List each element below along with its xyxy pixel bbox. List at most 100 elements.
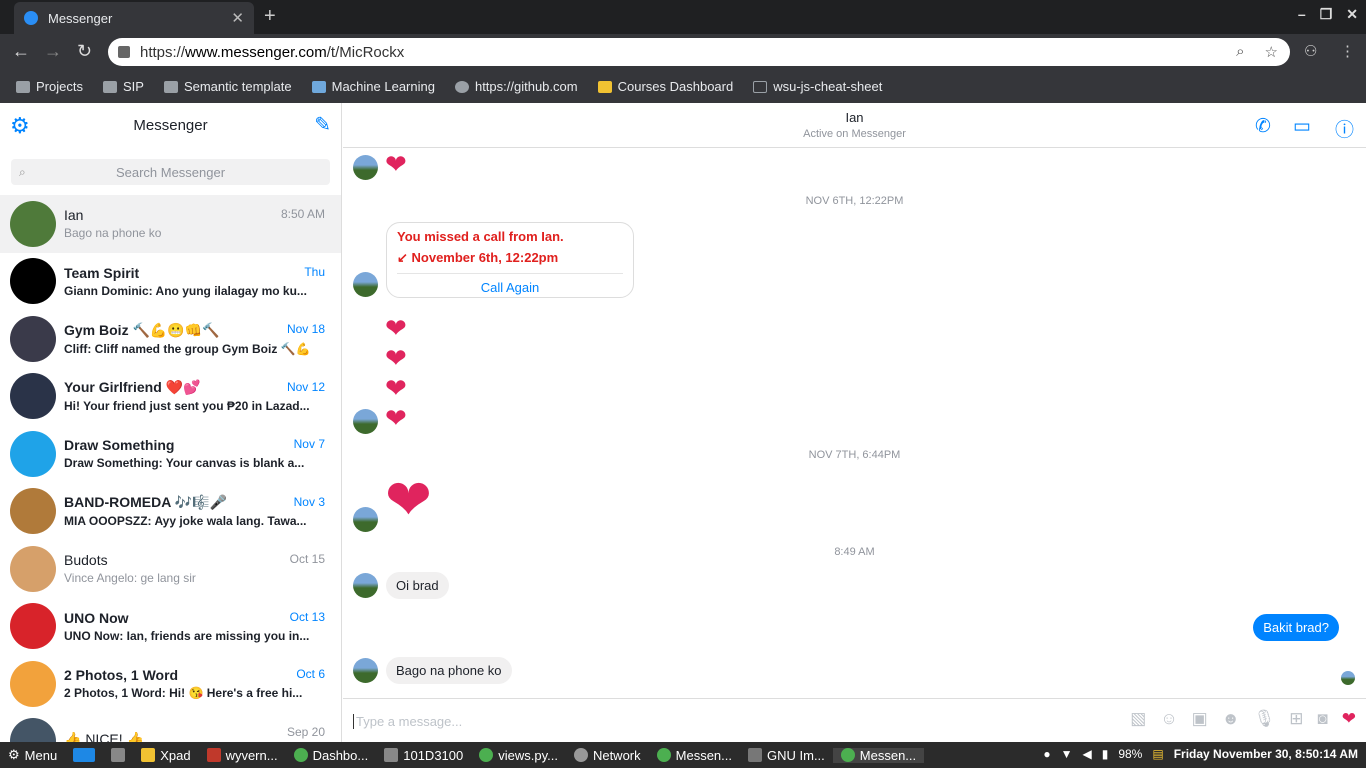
folder-icon <box>384 748 399 762</box>
conversation-time: Thu <box>304 264 325 279</box>
volume-icon[interactable]: ◀ <box>1082 747 1091 761</box>
taskbar-label: 101D3100 <box>403 747 464 763</box>
gif-icon[interactable]: ▣ <box>1192 709 1208 729</box>
gear-icon[interactable]: ⚙ <box>10 113 30 139</box>
taskbar-item-active[interactable]: Messen... <box>832 747 925 763</box>
restore-icon[interactable]: ❐ <box>1320 6 1333 23</box>
avatar <box>353 507 378 532</box>
window-controls: – ❐ ✕ <box>1298 6 1358 23</box>
taskbar-item[interactable]: wyvern... <box>199 748 286 763</box>
conversation-time: Nov 3 <box>293 494 325 509</box>
terminal-icon <box>206 748 221 762</box>
desktop-icon[interactable] <box>65 748 103 762</box>
battery-icon[interactable]: ▮ <box>1102 747 1109 761</box>
taskbar-item[interactable]: Dashbo... <box>286 748 377 763</box>
bookmark-item[interactable]: Semantic template <box>163 79 292 94</box>
conversation-sidebar: ⚙ Messenger ✎ ⌕ Search Messenger Ian Bago… <box>0 103 342 742</box>
bookmark-item[interactable]: Projects <box>16 79 83 94</box>
taskbar-label: Messen... <box>675 747 732 763</box>
conversation-text: Gym Boiz 🔨💪😬👊🔨 Cliff: Cliff named the gro… <box>64 322 325 356</box>
conversation-name: Team Spirit <box>64 264 140 281</box>
video-call-icon[interactable]: ▭ <box>1293 115 1311 138</box>
conversation-snippet: Vince Angelo: ge lang sir <box>64 571 196 586</box>
conversation-name: Budots <box>64 552 108 569</box>
clock[interactable]: Friday November 30, 8:50:14 AM <box>1174 747 1358 761</box>
conversation-row[interactable]: 2 Photos, 1 Word 2 Photos, 1 Word: Hi! 😘 … <box>0 655 341 713</box>
compose-icon[interactable]: ✎ <box>314 112 331 137</box>
conversation-row[interactable]: Draw Something Draw Something: Your canva… <box>0 425 341 483</box>
bookmark-item[interactable]: Machine Learning <box>311 79 435 94</box>
wifi-icon[interactable]: ▼ <box>1061 747 1073 761</box>
bookmark-label: Semantic template <box>183 79 292 94</box>
message-input[interactable]: Type a message... <box>353 714 462 729</box>
heart-emoji-icon: ❤ <box>385 149 407 179</box>
camera-icon[interactable]: ◙ <box>1317 709 1327 729</box>
conversation-text: Your Girlfriend ❤️💕 Hi! Your friend just … <box>64 379 325 413</box>
bookmark-label: Courses Dashboard <box>617 79 734 94</box>
conversation-snippet: Cliff: Cliff named the group Gym Boiz 🔨💪 <box>64 341 311 356</box>
taskbar-item[interactable]: Network <box>566 748 649 763</box>
bookmark-item[interactable]: wsu-js-cheat-sheet <box>753 79 882 94</box>
taskbar-item[interactable]: views.py... <box>471 748 566 763</box>
editor-icon <box>479 748 494 762</box>
heart-send-icon[interactable]: ❤ <box>1342 709 1356 729</box>
taskbar-item[interactable]: 101D3100 <box>376 748 471 763</box>
conversation-row[interactable]: Team Spirit Giann Dominic: Ano yung ilala… <box>0 253 341 311</box>
game-icon[interactable]: ⊞ <box>1289 709 1303 729</box>
bookmark-item[interactable]: https://github.com <box>454 79 578 94</box>
microphone-icon[interactable]: 🎙 <box>1254 709 1276 729</box>
close-window-icon[interactable]: ✕ <box>1346 6 1358 23</box>
taskbar-item[interactable]: Messen... <box>649 748 740 763</box>
browser-menu-icon[interactable]: ⋮ <box>1340 42 1355 60</box>
browser-tab[interactable]: Messenger ✕ <box>14 2 254 34</box>
extension-icon[interactable]: ⚇ <box>1304 42 1317 60</box>
taskbar-label: Dashbo... <box>312 747 369 763</box>
forward-icon[interactable]: → <box>44 41 62 62</box>
user-icon[interactable]: ● <box>1043 747 1050 761</box>
taskbar-item[interactable]: GNU Im... <box>740 748 833 763</box>
taskbar-label: GNU Im... <box>767 747 825 763</box>
taskbar-item[interactable]: Xpad <box>133 748 198 763</box>
sticker-icon[interactable]: ☺ <box>1160 709 1177 729</box>
conversation-row[interactable]: BAND-ROMEDA 🎶🎼🎤 MIA OOOPSZZ: Ayy joke wal… <box>0 483 341 541</box>
bookmark-item[interactable]: SIP <box>102 79 144 94</box>
conversation-text: UNO Now UNO Now: Ian, friends are missing… <box>64 610 325 643</box>
github-icon <box>454 80 469 93</box>
avatar <box>10 603 56 650</box>
zoom-icon[interactable]: ⌕ <box>1236 43 1244 61</box>
missed-call-time: November 6th, 12:22pm <box>411 250 559 265</box>
bookmark-star-icon[interactable]: ☆ <box>1265 43 1278 61</box>
bookmark-label: Projects <box>36 79 83 94</box>
address-bar[interactable]: https:// www.messenger.com /t/MicRockx ⌕… <box>108 38 1290 66</box>
conversation-snippet: 2 Photos, 1 Word: Hi! 😘 Here's a free hi… <box>64 686 303 701</box>
bookmark-item[interactable]: Courses Dashboard <box>597 79 734 94</box>
emoji-icon[interactable]: ☻ <box>1222 709 1240 729</box>
contact-name[interactable]: Ian <box>343 110 1366 125</box>
conversation-row[interactable]: 👍 NICE! 👍 Sep 20 <box>0 713 341 742</box>
conversation-snippet: MIA OOOPSZZ: Ayy joke wala lang. Tawa... <box>64 514 307 529</box>
avatar <box>353 573 378 598</box>
incoming-message: Oi brad <box>386 572 449 599</box>
search-input[interactable]: ⌕ Search Messenger <box>11 159 330 185</box>
new-tab-icon[interactable]: + <box>264 5 276 28</box>
back-icon[interactable]: ← <box>12 41 30 62</box>
call-again-button[interactable]: Call Again <box>397 273 623 295</box>
info-icon[interactable]: ⓘ <box>1335 115 1354 142</box>
avatar <box>10 200 56 247</box>
start-menu-button[interactable]: ⚙ Menu <box>0 747 65 763</box>
bookmark-label: https://github.com <box>474 79 578 94</box>
phone-icon[interactable]: ✆ <box>1255 115 1271 138</box>
image-icon[interactable]: ▧ <box>1130 709 1146 729</box>
files-icon[interactable] <box>103 748 133 762</box>
notes-icon[interactable]: ▤ <box>1152 747 1163 761</box>
conversation-name: BAND-ROMEDA 🎶🎼🎤 <box>64 494 227 511</box>
reload-icon[interactable]: ↻ <box>77 41 92 62</box>
conversation-row[interactable]: Your Girlfriend ❤️💕 Hi! Your friend just … <box>0 368 341 426</box>
conversation-row[interactable]: Gym Boiz 🔨💪😬👊🔨 Cliff: Cliff named the gro… <box>0 310 341 368</box>
conversation-row[interactable]: Budots Vince Angelo: ge lang sir Oct 15 <box>0 540 341 598</box>
conversation-row[interactable]: UNO Now UNO Now: Ian, friends are missing… <box>0 598 341 656</box>
avatar <box>10 373 56 420</box>
minimize-icon[interactable]: – <box>1298 6 1306 23</box>
conversation-row[interactable]: Ian Bago na phone ko 8:50 AM <box>0 195 341 253</box>
close-tab-icon[interactable]: ✕ <box>231 9 244 27</box>
